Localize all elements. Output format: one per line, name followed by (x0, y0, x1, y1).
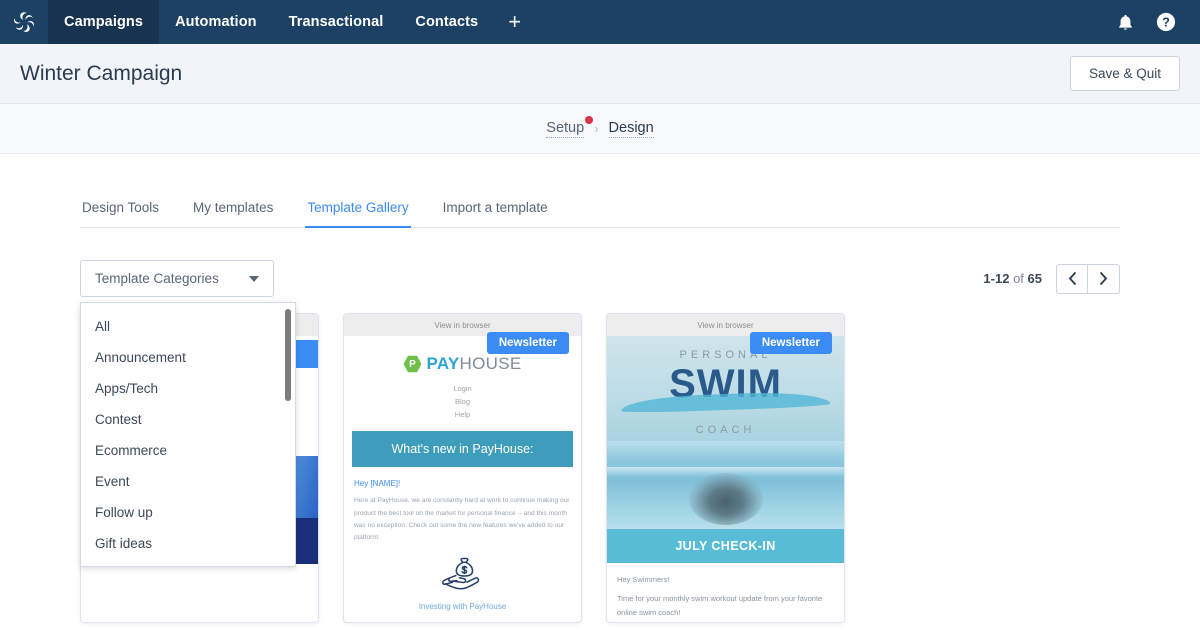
page-title: Winter Campaign (20, 61, 183, 85)
template-type-badge: Newsletter (486, 332, 569, 354)
app-logo[interactable] (0, 0, 48, 44)
payhouse-greeting: Hey [NAME]! (354, 479, 401, 489)
tab-template-gallery[interactable]: Template Gallery (305, 194, 411, 228)
nav-item-automation-label: Automation (175, 14, 257, 30)
tab-my-templates[interactable]: My templates (191, 194, 275, 228)
nav-item-transactional[interactable]: Transactional (273, 0, 400, 44)
payhouse-link-help[interactable]: Help (344, 408, 581, 421)
category-option-all[interactable]: All (81, 311, 295, 342)
template-card-payhouse[interactable]: View in browser Newsletter P PAYHOUSE Lo… (343, 313, 582, 623)
breadcrumb-separator-icon: › (594, 121, 599, 136)
main-content: Design Tools My templates Template Galle… (0, 194, 1200, 623)
gallery-tabs: Design Tools My templates Template Galle… (80, 194, 1120, 228)
pagination-next-button[interactable] (1088, 263, 1120, 294)
chevron-down-icon (248, 275, 259, 282)
pagination-summary: 1-12 of 65 (983, 271, 1042, 286)
card-accent-block (294, 340, 318, 368)
nav-item-automation[interactable]: Automation (159, 0, 273, 44)
pagination-of-label: of (1013, 271, 1024, 286)
hand-holding-money-bag-icon (441, 557, 479, 590)
template-card-personal-swim-coach[interactable]: View in browser Newsletter PERSONAL SWIM… (606, 313, 845, 623)
page-header: Winter Campaign Save & Quit (0, 44, 1200, 104)
payhouse-feature-caption: Investing with PayHouse (418, 602, 507, 612)
breadcrumb: Setup › Design (0, 104, 1200, 154)
notifications-button[interactable] (1117, 13, 1134, 32)
pagination-buttons (1056, 263, 1120, 294)
swim-body-text: Time for your monthly swim workout updat… (617, 594, 823, 617)
payhouse-nav-links: Login Blog Help (344, 382, 581, 421)
template-type-badge: Newsletter (749, 332, 832, 354)
payhouse-feature-icon-wrap (344, 556, 581, 596)
payhouse-wordmark-bold: PAY (426, 354, 460, 373)
nav-item-contacts-label: Contacts (415, 14, 479, 30)
primary-nav-items: Campaigns Automation Transactional Conta… (48, 0, 494, 44)
tab-import-a-template[interactable]: Import a template (441, 194, 550, 228)
pagination-prev-button[interactable] (1056, 263, 1088, 294)
plus-icon: + (508, 9, 522, 34)
pinwheel-logo-icon (14, 12, 34, 32)
category-option-announcement[interactable]: Announcement (81, 342, 295, 373)
payhouse-logo: P PAYHOUSE (344, 354, 581, 374)
nav-item-transactional-label: Transactional (288, 14, 384, 30)
payhouse-wordmark-light: HOUSE (459, 354, 522, 373)
category-option-list: All Announcement Apps/Tech Contest Ecomm… (81, 303, 295, 566)
payhouse-link-login[interactable]: Login (344, 382, 581, 395)
pagination: 1-12 of 65 (983, 263, 1120, 294)
template-categories-label: Template Categories (95, 271, 219, 286)
chevron-right-icon (1100, 272, 1107, 285)
breadcrumb-setup-label: Setup (546, 119, 585, 136)
pagination-total: 65 (1027, 271, 1042, 286)
category-option-apps-tech[interactable]: Apps/Tech (81, 373, 295, 404)
payhouse-body-text: Here at PayHouse, we are constantly hard… (354, 497, 570, 541)
breadcrumb-item-design[interactable]: Design (608, 120, 654, 138)
top-navigation-bar: Campaigns Automation Transactional Conta… (0, 0, 1200, 44)
swim-banner: JULY CHECK-IN (607, 529, 844, 563)
bell-icon (1119, 14, 1132, 30)
help-button[interactable]: ? (1156, 12, 1176, 32)
pagination-range: 1-12 (983, 271, 1010, 286)
nav-item-campaigns-label: Campaigns (64, 14, 144, 30)
chevron-left-icon (1068, 272, 1076, 285)
add-new-button[interactable]: + (494, 0, 535, 44)
payhouse-hex-icon: P (403, 355, 422, 373)
nav-item-contacts[interactable]: Contacts (399, 0, 494, 44)
payhouse-wordmark: PAYHOUSE (426, 354, 521, 374)
template-categories-select[interactable]: Template Categories (80, 260, 274, 297)
gallery-toolbar: Template Categories All Announcement App… (80, 260, 1120, 567)
swimmer-figure (688, 473, 763, 525)
category-option-event[interactable]: Event (81, 466, 295, 497)
template-categories-dropdown[interactable]: All Announcement Apps/Tech Contest Ecomm… (80, 302, 296, 567)
svg-text:?: ? (1162, 15, 1170, 30)
payhouse-banner: What's new in PayHouse: (352, 431, 573, 468)
save-and-quit-button[interactable]: Save & Quit (1069, 56, 1180, 91)
breadcrumb-alert-dot-icon (585, 115, 594, 124)
category-option-ecommerce[interactable]: Ecommerce (81, 435, 295, 466)
nav-right-icons: ? (1117, 0, 1200, 44)
swim-greeting: Hey Swimmers! (617, 575, 670, 584)
tab-design-tools[interactable]: Design Tools (80, 194, 161, 228)
category-option-contest[interactable]: Contest (81, 404, 295, 435)
breadcrumb-item-setup[interactable]: Setup (546, 115, 594, 138)
help-circle-icon: ? (1156, 12, 1176, 32)
swim-masthead-bottom: COACH (695, 424, 756, 436)
payhouse-link-blog[interactable]: Blog (344, 395, 581, 408)
swim-pool-photo (607, 441, 844, 529)
category-option-gift-ideas[interactable]: Gift ideas (81, 528, 295, 559)
nav-item-campaigns[interactable]: Campaigns (48, 0, 160, 44)
category-option-follow-up[interactable]: Follow up (81, 497, 295, 528)
dropdown-scrollbar[interactable] (285, 309, 291, 401)
